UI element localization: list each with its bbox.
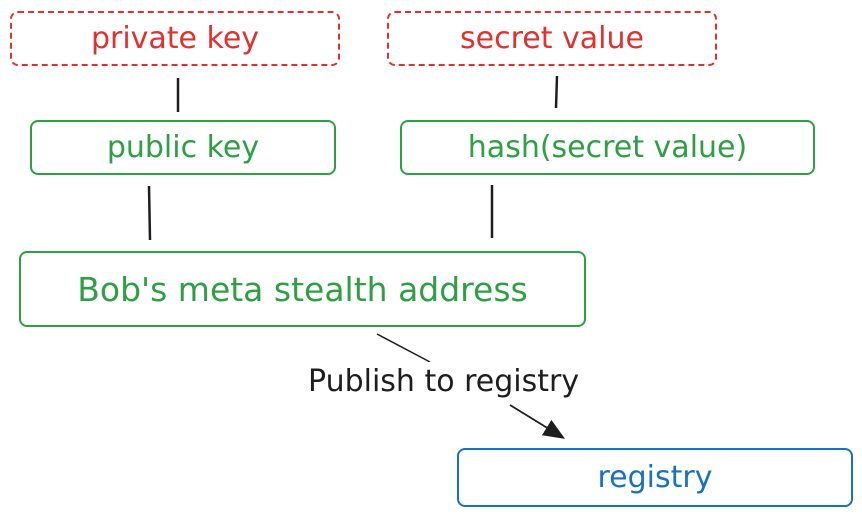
public-key-node: public key [30,120,336,175]
edge-public-to-meta [147,185,152,241]
edge-meta-to-label [376,333,431,363]
private-key-label: private key [90,21,260,56]
public-key-label: public key [106,130,260,165]
secret-value-label: secret value [460,21,644,56]
publish-edge-label: Publish to registry [308,362,580,402]
meta-stealth-address-node: Bob's meta stealth address [19,251,586,327]
registry-node: registry [457,448,853,507]
hash-secret-node: hash(secret value) [400,120,815,175]
meta-stealth-address-label: Bob's meta stealth address [77,269,528,309]
private-key-node: private key [10,11,340,66]
edge-label-to-registry [509,404,566,439]
edge-secret-to-hash [554,75,559,109]
stealth-address-diagram: private key secret value public key hash… [0,0,862,516]
secret-value-node: secret value [387,11,717,66]
hash-secret-label: hash(secret value) [467,130,748,165]
registry-label: registry [597,460,713,495]
